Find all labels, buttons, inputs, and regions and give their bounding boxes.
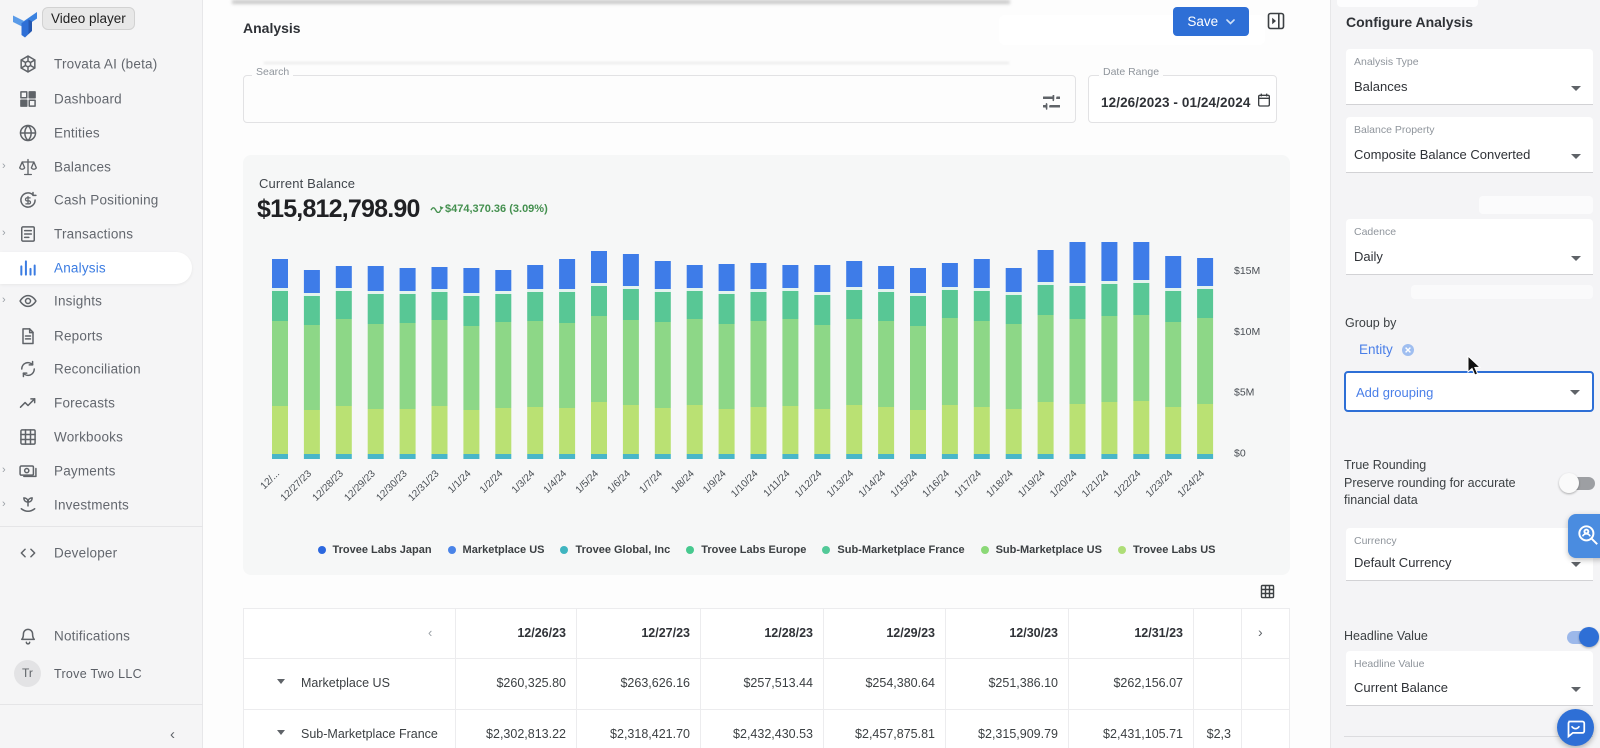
svg-text:1/17/24: 1/17/24 [953, 468, 985, 500]
svg-text:1/8/24: 1/8/24 [669, 468, 697, 496]
svg-text:1/6/24: 1/6/24 [606, 468, 634, 496]
svg-text:12/...: 12/... [259, 468, 283, 492]
svg-text:12/29/23: 12/29/23 [343, 468, 379, 504]
svg-text:1/16/24: 1/16/24 [921, 468, 953, 500]
svg-text:1/3/24: 1/3/24 [510, 468, 538, 496]
svg-text:1/18/24: 1/18/24 [984, 468, 1016, 500]
svg-text:1/22/24: 1/22/24 [1112, 468, 1144, 500]
svg-text:1/12/24: 1/12/24 [793, 468, 825, 500]
svg-text:1/4/24: 1/4/24 [542, 468, 570, 496]
svg-text:1/1/24: 1/1/24 [446, 468, 474, 496]
svg-text:1/13/24: 1/13/24 [825, 468, 857, 500]
svg-text:$15M: $15M [1234, 265, 1260, 277]
svg-text:1/10/24: 1/10/24 [729, 468, 761, 500]
svg-text:$5M: $5M [1234, 387, 1254, 399]
svg-text:1/9/24: 1/9/24 [701, 468, 729, 496]
svg-text:12/31/23: 12/31/23 [406, 468, 442, 504]
svg-text:$0: $0 [1234, 448, 1246, 460]
svg-text:1/23/24: 1/23/24 [1144, 468, 1176, 500]
svg-text:12/30/23: 12/30/23 [374, 468, 410, 504]
svg-text:1/15/24: 1/15/24 [889, 468, 921, 500]
svg-text:1/2/24: 1/2/24 [478, 468, 506, 496]
svg-text:1/24/24: 1/24/24 [1176, 468, 1208, 500]
svg-text:12/28/23: 12/28/23 [311, 468, 347, 504]
svg-text:1/20/24: 1/20/24 [1048, 468, 1080, 500]
svg-text:1/14/24: 1/14/24 [857, 468, 889, 500]
svg-text:1/7/24: 1/7/24 [637, 468, 665, 496]
svg-text:$10M: $10M [1234, 326, 1260, 338]
svg-text:1/5/24: 1/5/24 [574, 468, 602, 496]
svg-text:1/11/24: 1/11/24 [762, 468, 793, 499]
svg-text:1/19/24: 1/19/24 [1016, 468, 1048, 500]
svg-text:1/21/24: 1/21/24 [1080, 468, 1112, 500]
svg-text:12/27/23: 12/27/23 [279, 468, 315, 504]
